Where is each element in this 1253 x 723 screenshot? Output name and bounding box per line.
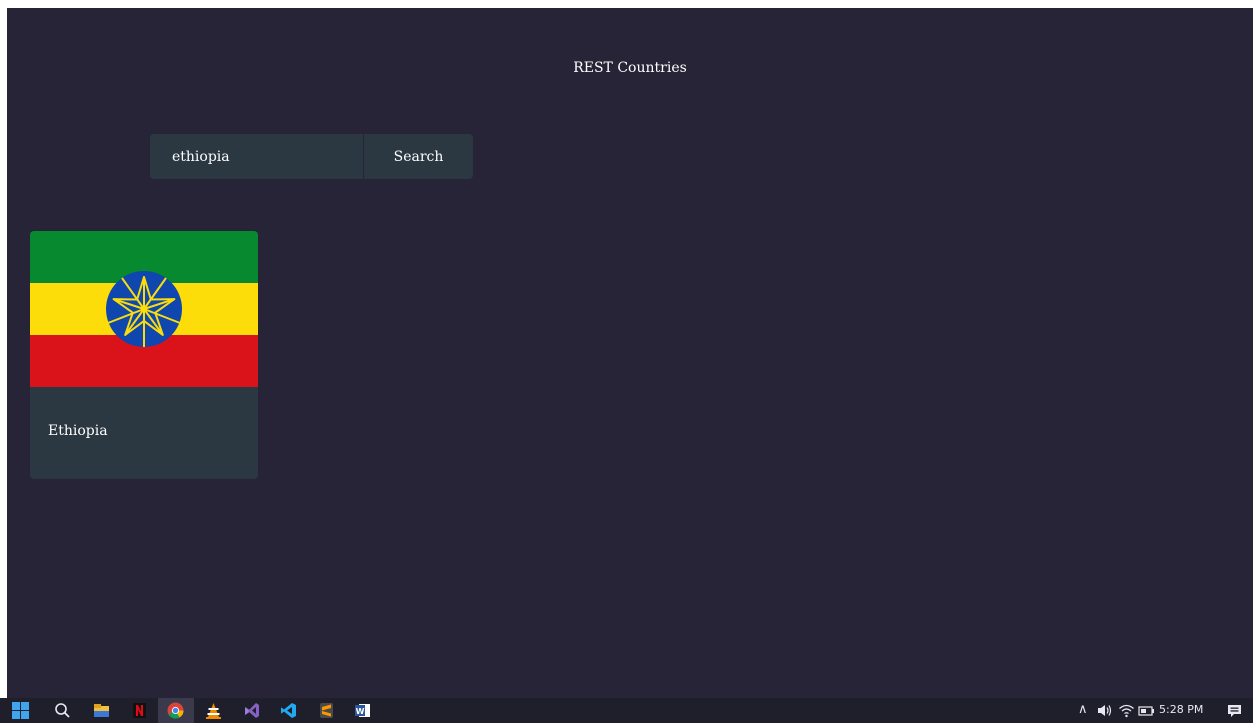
- windows-taskbar: W ∧ 5:28 PM: [0, 698, 1253, 723]
- word-icon[interactable]: W: [354, 702, 371, 719]
- sublime-text-icon[interactable]: [318, 702, 335, 719]
- vlc-icon[interactable]: [205, 702, 222, 719]
- ethiopia-flag-icon: [30, 231, 258, 387]
- clock[interactable]: 5:28 PM: [1159, 700, 1203, 720]
- netflix-icon[interactable]: [131, 702, 148, 719]
- vscode-icon[interactable]: [280, 702, 297, 719]
- chrome-icon[interactable]: [158, 698, 194, 723]
- show-hidden-icons-chevron-icon[interactable]: ∧: [1078, 700, 1088, 720]
- browser-viewport: REST Countries Search Ethiopia: [7, 8, 1253, 698]
- search-button[interactable]: Search: [364, 134, 473, 179]
- country-card-ethiopia[interactable]: Ethiopia: [30, 231, 258, 479]
- battery-icon[interactable]: [1138, 702, 1155, 719]
- volume-icon[interactable]: [1096, 702, 1113, 719]
- windows-start-icon[interactable]: [12, 702, 29, 719]
- visual-studio-icon[interactable]: [243, 702, 260, 719]
- country-name: Ethiopia: [48, 423, 108, 439]
- page-title: REST Countries: [573, 60, 687, 76]
- wifi-icon[interactable]: [1118, 702, 1135, 719]
- search-icon[interactable]: [54, 702, 71, 719]
- file-explorer-icon[interactable]: [93, 702, 110, 719]
- search-input[interactable]: [150, 134, 363, 179]
- notifications-icon[interactable]: [1226, 702, 1243, 719]
- svg-text:W: W: [356, 707, 365, 716]
